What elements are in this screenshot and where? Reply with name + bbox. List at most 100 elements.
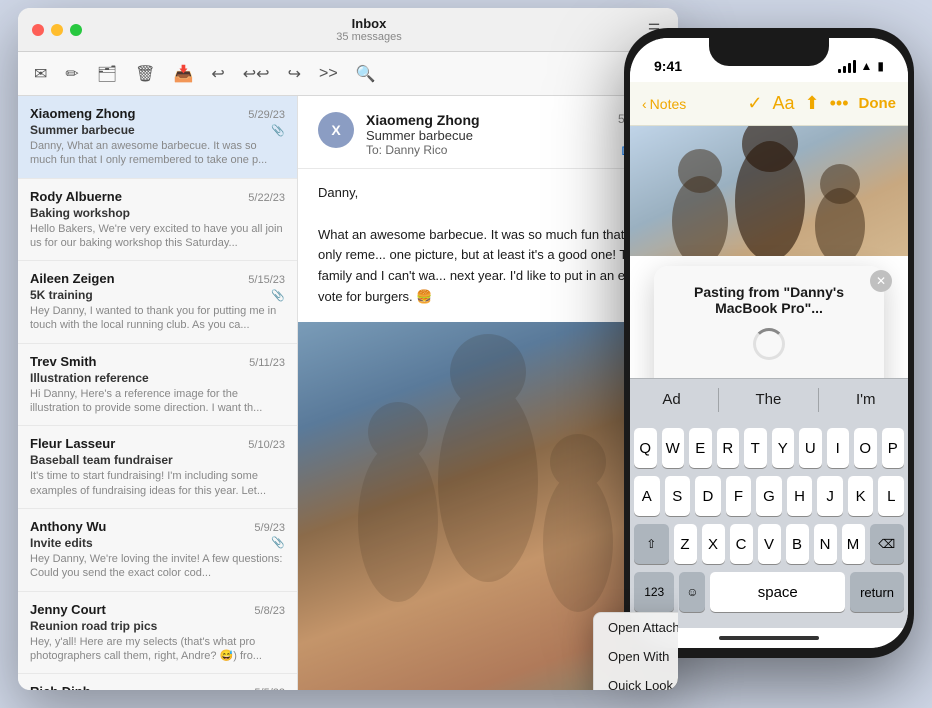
- move-trash-icon[interactable]: 🗂: [97, 64, 117, 84]
- window-subtitle: 35 messages: [94, 31, 644, 43]
- email-body: Danny, What an awesome barbecue. It was …: [298, 169, 678, 322]
- notch: [709, 38, 829, 66]
- notes-back-label: Notes: [650, 96, 687, 112]
- key-123[interactable]: 123: [634, 572, 674, 612]
- wifi-icon: ▲: [861, 59, 873, 73]
- key-B[interactable]: B: [786, 524, 809, 564]
- key-T[interactable]: T: [744, 428, 767, 468]
- key-Z[interactable]: Z: [674, 524, 697, 564]
- key-U[interactable]: U: [799, 428, 822, 468]
- paste-dialog-content: Pasting from "Danny'sMacBook Pro"...: [654, 266, 884, 378]
- key-A[interactable]: A: [634, 476, 660, 516]
- email-list: Xiaomeng Zhong 5/29/23 Summer barbecue 📎…: [18, 96, 298, 690]
- key-W[interactable]: W: [662, 428, 685, 468]
- notes-share-icon[interactable]: ⬆: [805, 93, 820, 114]
- key-N[interactable]: N: [814, 524, 837, 564]
- key-V[interactable]: V: [758, 524, 781, 564]
- email-item-7[interactable]: Rich Dinh 5/5/23 Trip to Zion National P…: [18, 674, 297, 690]
- back-chevron-icon: ‹: [642, 96, 647, 112]
- email-subject-detail: Summer barbecue: [366, 128, 606, 143]
- paste-dialog: Pasting from "Danny'sMacBook Pro"... Can…: [654, 266, 884, 378]
- key-C[interactable]: C: [730, 524, 753, 564]
- autocomplete-0[interactable]: Ad: [654, 387, 688, 412]
- key-J[interactable]: J: [817, 476, 843, 516]
- date-6: 5/8/23: [254, 605, 285, 617]
- attachment-icon-2: 📎: [271, 289, 285, 302]
- email-item-6[interactable]: Jenny Court 5/8/23 Reunion road trip pic…: [18, 592, 297, 675]
- key-space[interactable]: space: [710, 572, 845, 612]
- key-Y[interactable]: Y: [772, 428, 795, 468]
- paste-close-button[interactable]: ✕: [870, 270, 892, 292]
- reply-icon[interactable]: ↩: [211, 64, 224, 84]
- key-D[interactable]: D: [695, 476, 721, 516]
- email-item-2[interactable]: Aileen Zeigen 5/15/23 5K training 📎 Hey …: [18, 261, 297, 344]
- date-3: 5/11/23: [249, 357, 285, 369]
- notes-checklist-icon[interactable]: ✓: [747, 93, 762, 114]
- forward-icon[interactable]: ↪: [288, 64, 301, 84]
- sender-5: Anthony Wu: [30, 519, 106, 534]
- preview-6: Hey, y'all! Here are my selects (that's …: [30, 635, 285, 664]
- autocomplete-2[interactable]: I'm: [848, 387, 884, 412]
- close-button[interactable]: [32, 24, 44, 36]
- autocomplete-1[interactable]: The: [747, 387, 789, 412]
- key-R[interactable]: R: [717, 428, 740, 468]
- attachment-icon-0: 📎: [271, 124, 285, 137]
- keyboard-row-3: ⇧ Z X C V B N M ⌫: [634, 524, 904, 564]
- key-M[interactable]: M: [842, 524, 865, 564]
- key-S[interactable]: S: [665, 476, 691, 516]
- iphone-keyboard: Q W E R T Y U I O P A S D F G H J K L: [630, 420, 908, 628]
- compose-icon[interactable]: ✏: [65, 64, 78, 84]
- notes-back-button[interactable]: ‹ Notes: [642, 96, 686, 112]
- status-icons: ▲ ▮: [838, 59, 885, 73]
- new-message-icon[interactable]: ✉: [34, 64, 47, 84]
- maximize-button[interactable]: [70, 24, 82, 36]
- search-icon[interactable]: 🔍: [356, 64, 376, 84]
- preview-2: Hey Danny, I wanted to thank you for put…: [30, 304, 285, 333]
- key-O[interactable]: O: [854, 428, 877, 468]
- key-X[interactable]: X: [702, 524, 725, 564]
- key-P[interactable]: P: [882, 428, 905, 468]
- key-K[interactable]: K: [848, 476, 874, 516]
- key-delete[interactable]: ⌫: [870, 524, 905, 564]
- delete-icon[interactable]: 🗑: [135, 64, 155, 84]
- archive-icon[interactable]: 📥: [173, 64, 193, 84]
- notes-nav-icons: ✓ Aa ⬆ ••• Done: [747, 93, 896, 114]
- key-shift[interactable]: ⇧: [634, 524, 669, 564]
- key-L[interactable]: L: [878, 476, 904, 516]
- date-5: 5/9/23: [254, 522, 285, 534]
- key-return[interactable]: return: [850, 572, 904, 612]
- context-open-with[interactable]: Open With ›: [594, 642, 678, 671]
- key-F[interactable]: F: [726, 476, 752, 516]
- notes-photo-inner: [630, 126, 908, 256]
- notes-nav-bar: ‹ Notes ✓ Aa ⬆ ••• Done: [630, 82, 908, 126]
- email-item-3[interactable]: Trev Smith 5/11/23 Illustration referenc…: [18, 344, 297, 427]
- reply-all-icon[interactable]: ↩↩: [243, 64, 270, 84]
- notes-format-icon[interactable]: Aa: [772, 93, 794, 114]
- key-emoji[interactable]: ☺: [679, 572, 705, 612]
- sender-1: Rody Albuerne: [30, 189, 122, 204]
- window-title-area: Inbox 35 messages: [94, 16, 644, 43]
- context-open-attachment[interactable]: Open Attachment: [594, 613, 678, 642]
- context-quick-look[interactable]: Quick Look Attachment: [594, 671, 678, 690]
- key-Q[interactable]: Q: [634, 428, 657, 468]
- notes-more-icon[interactable]: •••: [830, 93, 849, 114]
- keyboard-row-2: A S D F G H J K L: [634, 476, 904, 516]
- autocomplete-sep-2: [818, 388, 819, 412]
- subject-1: Baking workshop: [30, 206, 130, 220]
- email-item-1[interactable]: Rody Albuerne 5/22/23 Baking workshop He…: [18, 179, 297, 262]
- key-H[interactable]: H: [787, 476, 813, 516]
- minimize-button[interactable]: [51, 24, 63, 36]
- key-E[interactable]: E: [689, 428, 712, 468]
- notes-done-button[interactable]: Done: [859, 95, 897, 112]
- key-I[interactable]: I: [827, 428, 850, 468]
- attachment-icon-5: 📎: [271, 536, 285, 549]
- more-actions-icon[interactable]: >>: [319, 65, 338, 83]
- email-item-5[interactable]: Anthony Wu 5/9/23 Invite edits 📎 Hey Dan…: [18, 509, 297, 592]
- email-item-4[interactable]: Fleur Lasseur 5/10/23 Baseball team fund…: [18, 426, 297, 509]
- date-1: 5/22/23: [248, 192, 285, 204]
- preview-3: Hi Danny, Here's a reference image for t…: [30, 387, 285, 416]
- email-detail-pane: X Xiaomeng Zhong Summer barbecue To: Dan…: [298, 96, 678, 690]
- preview-4: It's time to start fundraising! I'm incl…: [30, 469, 285, 498]
- key-G[interactable]: G: [756, 476, 782, 516]
- email-item-0[interactable]: Xiaomeng Zhong 5/29/23 Summer barbecue 📎…: [18, 96, 297, 179]
